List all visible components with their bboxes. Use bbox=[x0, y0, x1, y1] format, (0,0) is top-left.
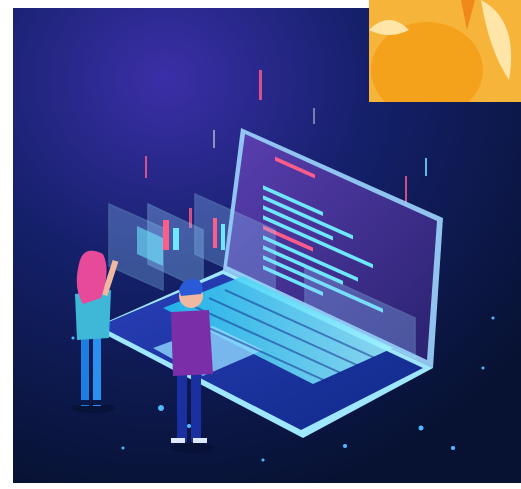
logo-badge bbox=[369, 0, 521, 102]
orange-logo-icon bbox=[369, 0, 521, 102]
